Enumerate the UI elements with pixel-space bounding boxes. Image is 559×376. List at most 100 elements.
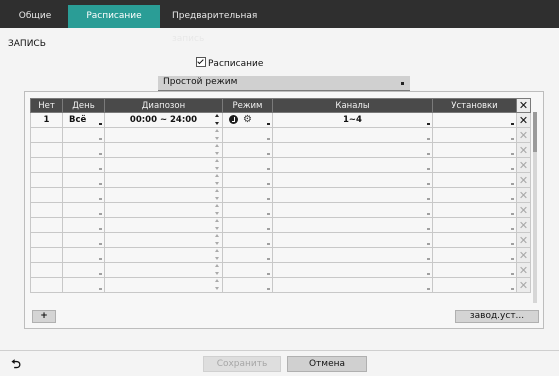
day-select[interactable] (62, 142, 105, 158)
delete-row-button[interactable]: ✕ (516, 187, 531, 203)
spinner-icon[interactable] (215, 159, 219, 170)
channels-select[interactable] (272, 232, 433, 248)
spinner-icon[interactable] (215, 279, 219, 290)
mode-select-cell[interactable] (222, 262, 273, 278)
settings-cell[interactable] (432, 232, 517, 248)
delete-row-button[interactable]: ✕ (516, 262, 531, 278)
spinner-icon[interactable] (215, 189, 219, 200)
spinner-icon[interactable] (215, 204, 219, 215)
range-field[interactable] (104, 247, 223, 263)
save-button[interactable]: Сохранить (203, 356, 281, 372)
scrollbar-thumb[interactable] (533, 112, 537, 152)
delete-row-button[interactable]: ✕ (516, 157, 531, 173)
range-field[interactable] (104, 172, 223, 188)
mode-select-cell[interactable] (222, 277, 273, 293)
spinner-icon[interactable] (215, 249, 219, 260)
tab-schedule[interactable]: Расписание (68, 5, 160, 28)
back-button[interactable]: ⮌ (8, 358, 24, 372)
mode-select-cell[interactable] (222, 187, 273, 203)
settings-cell[interactable] (432, 187, 517, 203)
day-select[interactable] (62, 277, 105, 293)
mode-select-cell[interactable] (222, 127, 273, 143)
mode-select-cell[interactable] (222, 157, 273, 173)
mode-select-cell[interactable] (222, 247, 273, 263)
schedule-checkbox[interactable] (196, 57, 206, 67)
delete-row-button[interactable]: ✕ (516, 247, 531, 263)
spinner-icon[interactable] (215, 234, 219, 245)
settings-cell[interactable] (432, 172, 517, 188)
schedule-checkbox-row[interactable]: Расписание (196, 57, 263, 69)
delete-row-button[interactable]: ✕ (516, 112, 531, 128)
range-field[interactable] (104, 187, 223, 203)
spinner-icon[interactable] (215, 144, 219, 155)
channels-select[interactable] (272, 217, 433, 233)
channels-select[interactable] (272, 127, 433, 143)
delete-row-button[interactable]: ✕ (516, 217, 531, 233)
factory-default-button[interactable]: завод.уст... (455, 310, 539, 323)
day-select[interactable] (62, 262, 105, 278)
range-field[interactable] (104, 277, 223, 293)
channels-select[interactable] (272, 277, 433, 293)
channels-select[interactable] (272, 142, 433, 158)
spinner-icon[interactable] (215, 114, 219, 125)
settings-cell[interactable] (432, 262, 517, 278)
settings-cell[interactable] (432, 157, 517, 173)
range-field[interactable] (104, 232, 223, 248)
range-field[interactable] (104, 142, 223, 158)
tab-general[interactable]: Общие (8, 5, 62, 28)
column-header-range: Диапозон (104, 98, 223, 113)
day-select[interactable] (62, 187, 105, 203)
range-field[interactable] (104, 262, 223, 278)
mode-select-cell[interactable] (222, 142, 273, 158)
settings-cell[interactable] (432, 277, 517, 293)
spinner-icon[interactable] (215, 219, 219, 230)
day-select[interactable] (62, 172, 105, 188)
settings-cell[interactable] (432, 217, 517, 233)
channels-select[interactable] (272, 157, 433, 173)
day-select[interactable] (62, 247, 105, 263)
delete-row-button[interactable]: ✕ (516, 232, 531, 248)
mode-select-cell[interactable] (222, 202, 273, 218)
add-row-button[interactable]: + (32, 310, 56, 323)
table-scrollbar[interactable] (533, 112, 537, 303)
day-select[interactable] (62, 232, 105, 248)
day-select[interactable] (62, 202, 105, 218)
channels-select[interactable] (272, 202, 433, 218)
delete-row-button[interactable]: ✕ (516, 277, 531, 293)
range-field[interactable] (104, 157, 223, 173)
day-select[interactable] (62, 127, 105, 143)
channels-select[interactable] (272, 262, 433, 278)
mode-select-cell[interactable]: ⚙ (222, 112, 273, 128)
mode-select-cell[interactable] (222, 232, 273, 248)
delete-row-button[interactable]: ✕ (516, 172, 531, 188)
settings-cell[interactable] (432, 127, 517, 143)
settings-cell[interactable] (432, 112, 517, 128)
mode-select[interactable]: Простой режим (158, 76, 410, 91)
settings-cell[interactable] (432, 142, 517, 158)
delete-row-button[interactable]: ✕ (516, 142, 531, 158)
tab-prerecord[interactable]: Предварительная запись (172, 5, 292, 44)
spinner-icon[interactable] (215, 174, 219, 185)
settings-cell[interactable] (432, 202, 517, 218)
spinner-icon[interactable] (215, 264, 219, 275)
channels-select[interactable] (272, 172, 433, 188)
day-select[interactable]: Всё (62, 112, 105, 128)
range-field[interactable] (104, 217, 223, 233)
channels-select[interactable]: 1~4 (272, 112, 433, 128)
cancel-button[interactable]: Отмена (287, 356, 367, 372)
mode-select-cell[interactable] (222, 217, 273, 233)
chevron-down-icon (511, 183, 514, 185)
delete-row-button[interactable]: ✕ (516, 127, 531, 143)
range-field[interactable]: 00:00 ~ 24:00 (104, 112, 223, 128)
range-field[interactable] (104, 127, 223, 143)
spinner-icon[interactable] (215, 129, 219, 140)
range-field[interactable] (104, 202, 223, 218)
delete-all-button[interactable]: ✕ (516, 98, 531, 113)
channels-select[interactable] (272, 247, 433, 263)
mode-select-cell[interactable] (222, 172, 273, 188)
channels-select[interactable] (272, 187, 433, 203)
delete-row-button[interactable]: ✕ (516, 202, 531, 218)
day-select[interactable] (62, 217, 105, 233)
day-select[interactable] (62, 157, 105, 173)
settings-cell[interactable] (432, 247, 517, 263)
